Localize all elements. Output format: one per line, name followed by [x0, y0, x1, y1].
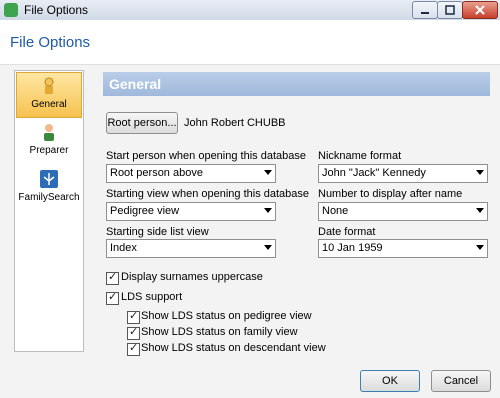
- surnames-uppercase-label: Display surnames uppercase: [121, 271, 263, 283]
- panel-title: General: [109, 76, 162, 92]
- maximize-icon: [445, 5, 455, 15]
- minimize-icon: [421, 12, 429, 14]
- nav-item-preparer[interactable]: Preparer: [16, 119, 82, 163]
- chevron-down-icon: [264, 208, 272, 213]
- nav-label-preparer: Preparer: [29, 145, 69, 156]
- window-title: File Options: [24, 3, 89, 17]
- check-icon: ✓: [129, 310, 139, 322]
- chevron-down-icon: [476, 170, 484, 175]
- ok-button[interactable]: OK: [360, 370, 420, 392]
- root-person-button[interactable]: Root person...: [106, 112, 178, 134]
- lds-descendant-label: Show LDS status on descendant view: [141, 342, 326, 354]
- dialog-header: File Options: [0, 20, 500, 65]
- root-person-name: John Robert CHUBB: [184, 117, 286, 129]
- side-list-select[interactable]: Index: [106, 239, 276, 258]
- lds-support-label: LDS support: [121, 291, 183, 303]
- app-icon: [4, 3, 18, 17]
- number-select[interactable]: None: [318, 202, 488, 221]
- cancel-button[interactable]: Cancel: [431, 370, 491, 392]
- side-list-label: Starting side list view: [106, 226, 209, 238]
- start-person-label: Start person when opening this database: [106, 150, 306, 162]
- date-format-select[interactable]: 10 Jan 1959: [318, 239, 488, 258]
- window-titlebar: File Options: [0, 0, 500, 20]
- starting-view-value: Pedigree view: [110, 205, 180, 217]
- number-value: None: [322, 205, 349, 217]
- chevron-down-icon: [476, 245, 484, 250]
- check-icon: ✓: [108, 271, 118, 283]
- lds-pedigree-checkbox[interactable]: ✓: [127, 310, 140, 324]
- nickname-value: John "Jack" Kennedy: [322, 167, 426, 179]
- nav-label-general: General: [31, 99, 67, 110]
- start-person-value: Root person above: [110, 167, 203, 179]
- person-icon: [44, 124, 54, 141]
- nav-label-familysearch: FamilySearch: [18, 192, 80, 203]
- nav-item-general[interactable]: General: [16, 72, 82, 118]
- maximize-button[interactable]: [437, 1, 463, 19]
- lds-support-checkbox[interactable]: ✓: [106, 291, 119, 305]
- lds-family-label: Show LDS status on family view: [141, 326, 298, 338]
- nickname-select[interactable]: John "Jack" Kennedy: [318, 164, 488, 183]
- check-icon: ✓: [129, 342, 139, 354]
- check-icon: ✓: [108, 291, 118, 303]
- start-person-select[interactable]: Root person above: [106, 164, 276, 183]
- side-list-value: Index: [110, 242, 137, 254]
- general-icon: [44, 77, 54, 94]
- close-icon: [475, 5, 485, 15]
- date-format-label: Date format: [318, 226, 376, 238]
- nickname-label: Nickname format: [318, 150, 402, 162]
- chevron-down-icon: [476, 208, 484, 213]
- familysearch-icon: [40, 170, 58, 188]
- starting-view-label: Starting view when opening this database: [106, 188, 310, 200]
- panel-header: General: [103, 72, 490, 96]
- check-icon: ✓: [129, 326, 139, 338]
- dialog-title: File Options: [10, 34, 91, 51]
- number-label: Number to display after name: [318, 188, 463, 200]
- surnames-uppercase-checkbox[interactable]: ✓: [106, 271, 119, 285]
- options-nav: General Preparer FamilySearch: [14, 70, 84, 352]
- starting-view-select[interactable]: Pedigree view: [106, 202, 276, 221]
- lds-pedigree-label: Show LDS status on pedigree view: [141, 310, 312, 322]
- minimize-button[interactable]: [412, 1, 438, 19]
- dialog-content: General Preparer FamilySearch General Ro…: [0, 65, 500, 398]
- nav-item-familysearch[interactable]: FamilySearch: [16, 166, 82, 210]
- chevron-down-icon: [264, 170, 272, 175]
- chevron-down-icon: [264, 245, 272, 250]
- close-button[interactable]: [462, 1, 498, 19]
- lds-family-checkbox[interactable]: ✓: [127, 326, 140, 340]
- lds-descendant-checkbox[interactable]: ✓: [127, 342, 140, 356]
- date-format-value: 10 Jan 1959: [322, 242, 383, 254]
